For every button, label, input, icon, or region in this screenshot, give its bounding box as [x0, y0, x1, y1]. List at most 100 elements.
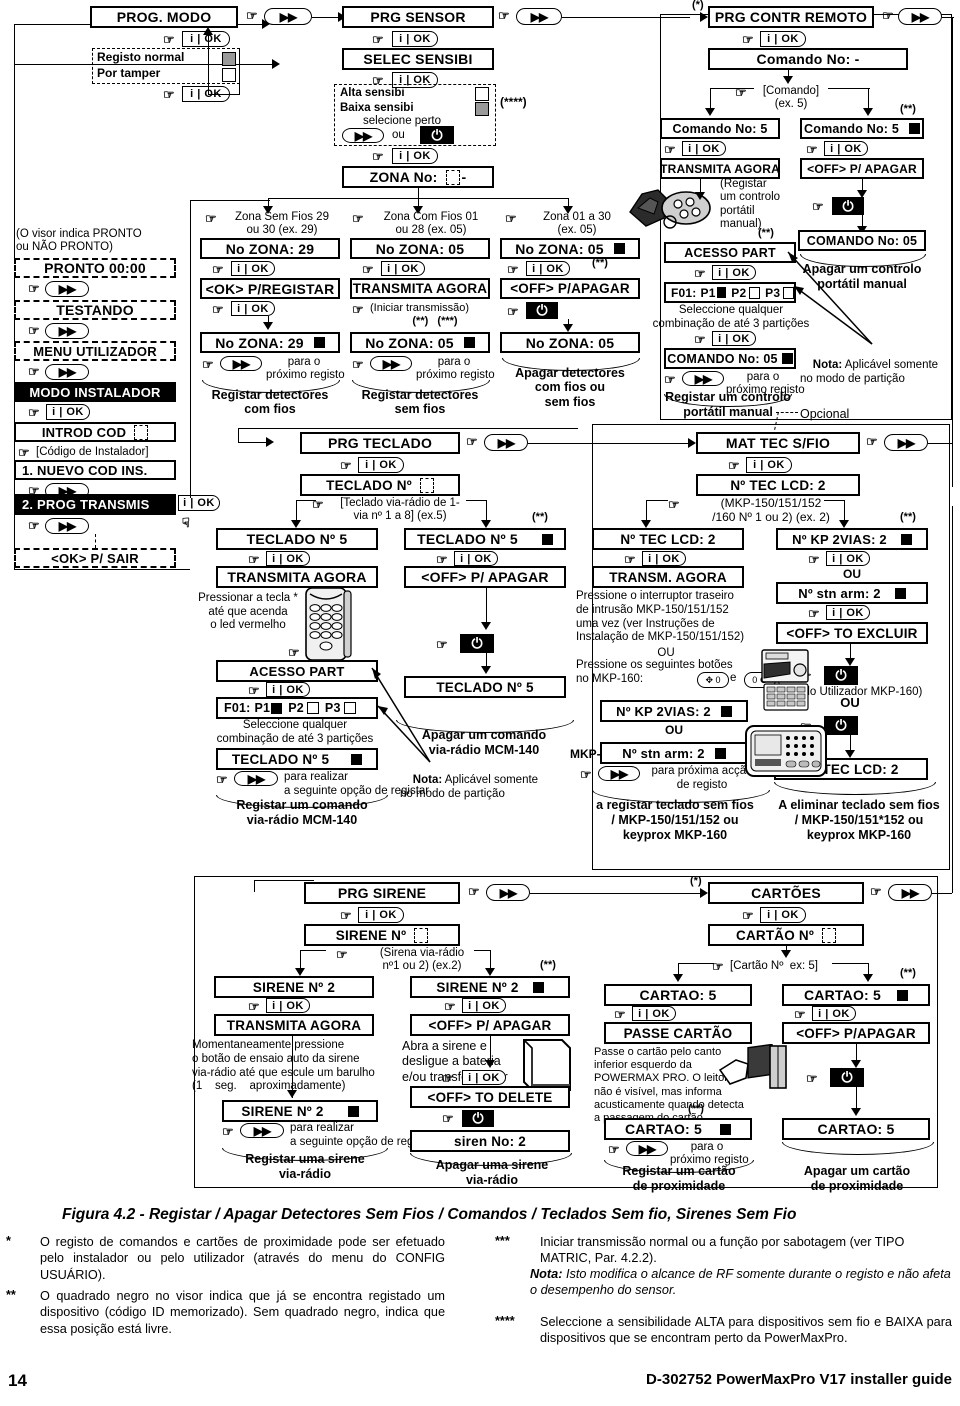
lcd-prog-transmis: 2. PROG TRANSMIS — [14, 494, 176, 515]
key-ok[interactable]: i | OK — [392, 148, 438, 164]
key-off[interactable]: ⏻ — [824, 666, 858, 685]
sensi-option-1-indicator[interactable] — [475, 102, 489, 116]
partition-p2-indicator[interactable] — [749, 286, 761, 299]
key-off[interactable]: ⏻ — [830, 1068, 864, 1087]
registered-square-icon — [714, 747, 726, 759]
key-off[interactable]: ⏻ — [420, 126, 454, 144]
connector — [952, 506, 953, 893]
prog-modo-option-0-indicator[interactable] — [222, 52, 236, 66]
lcd-text: CARTAO: 5 — [625, 1121, 702, 1137]
key-ok[interactable]: i | OK — [682, 141, 726, 156]
key-ok[interactable]: i | OK — [358, 907, 404, 923]
page: PROG. MODO ☞ i | OK ☞ ▶▶ Registo normal … — [0, 0, 960, 1406]
key-next[interactable]: ▶▶ — [888, 884, 932, 901]
hand-pointer-icon: ☞ — [436, 637, 448, 652]
hand-pointer-icon: ☞ — [442, 1111, 454, 1126]
key-next[interactable]: ▶▶ — [45, 323, 89, 339]
key-ok[interactable]: i | OK — [746, 457, 792, 473]
key-next[interactable]: ▶▶ — [45, 518, 89, 534]
key-next[interactable]: ▶▶ — [220, 356, 262, 371]
key-ok[interactable]: i | OK — [454, 551, 498, 566]
lcd-teclado-no: TECLADO Nº — [300, 474, 460, 496]
partition-p3[interactable]: P3 — [325, 701, 341, 715]
key-next[interactable]: ▶▶ — [234, 771, 278, 786]
hand-pointer-icon: ☞ — [808, 606, 820, 621]
partition-p1-indicator[interactable] — [716, 287, 727, 298]
partition-p1[interactable]: P1 — [700, 286, 715, 300]
partition-p1[interactable]: P1 — [255, 701, 271, 715]
contr-remoto-key-hint: [Comando] (ex. 5) — [762, 85, 820, 111]
key-ok[interactable]: i | OK — [462, 998, 506, 1013]
key-next[interactable]: ▶▶ — [45, 364, 89, 380]
hand-pointer-icon: ☞ — [28, 405, 40, 420]
arrow — [203, 27, 213, 35]
key-ok[interactable]: i | OK — [632, 1006, 676, 1021]
key-next[interactable]: ▶▶ — [484, 434, 528, 451]
connector — [296, 500, 316, 501]
key-ok[interactable]: i | OK — [760, 907, 806, 923]
key-ok[interactable]: i | OK — [381, 261, 425, 276]
key-ok[interactable]: i | OK — [812, 1006, 856, 1021]
key-next[interactable]: ▶▶ — [898, 8, 942, 25]
hand-pointer-icon: ☞ — [580, 767, 592, 782]
key-ok[interactable]: i | OK — [266, 998, 310, 1013]
lcd-mat-kp2vias-reg: Nº KP 2VIAS: 2 — [600, 700, 748, 722]
key-ok[interactable]: i | OK — [231, 301, 275, 316]
cartao-register-marker: (**) — [688, 1103, 704, 1115]
key-next[interactable]: ▶▶ — [486, 884, 530, 901]
key-next[interactable]: ▶▶ — [370, 356, 412, 371]
key-ok[interactable]: i | OK — [824, 141, 868, 156]
key-ok[interactable]: i | OK — [266, 551, 310, 566]
key-next[interactable]: ▶▶ — [682, 371, 724, 386]
key-next[interactable]: ▶▶ — [240, 1123, 284, 1138]
key-off[interactable]: ⏻ — [832, 197, 864, 215]
hand-pointer-icon: ☞ — [372, 32, 384, 47]
key-next[interactable]: ▶▶ — [342, 128, 384, 143]
key-ok[interactable]: i | OK — [266, 682, 310, 697]
partition-p1-indicator[interactable] — [271, 702, 283, 714]
lcd-text: ZONA No: — [369, 169, 438, 185]
key-ok[interactable]: i | OK — [760, 31, 806, 47]
key-next[interactable]: ▶▶ — [516, 8, 562, 25]
partition-p3-indicator[interactable] — [343, 702, 356, 714]
key-ok[interactable]: i | OK — [46, 404, 90, 420]
note-arrows — [371, 667, 431, 763]
sensi-option-0-indicator[interactable] — [475, 87, 489, 101]
lcd-prg-contr-remoto: PRG CONTR REMOTO — [708, 6, 874, 28]
key-ok[interactable]: i | OK — [462, 1070, 506, 1085]
partition-p2[interactable]: P2 — [731, 286, 746, 300]
key-next[interactable]: ▶▶ — [45, 281, 89, 297]
key-ok[interactable]: i | OK — [392, 31, 438, 47]
prog-modo-option-1-indicator[interactable] — [222, 68, 236, 82]
key-off[interactable]: ⏻ — [526, 302, 558, 319]
key-ok[interactable]: i | OK — [358, 457, 404, 473]
key-ok[interactable]: i | OK — [178, 495, 220, 511]
key-ok[interactable]: i | OK — [712, 265, 756, 280]
key-ok[interactable]: i | OK — [826, 551, 870, 566]
key-next[interactable]: ▶▶ — [884, 434, 928, 451]
lcd-contr-delete-step1: <OFF> P/ APAGAR — [800, 158, 924, 179]
key-ok[interactable]: i | OK — [826, 605, 870, 620]
key-next[interactable]: ▶▶ — [626, 1141, 668, 1156]
lcd-contr-register-step1: TRANSMITA AGORA — [660, 158, 780, 179]
contr-register-caption: Registar um controlo portátil manual — [665, 390, 791, 419]
lcd-cartao-delete-step0: CARTAO: 5 — [782, 984, 930, 1006]
key-next[interactable]: ▶▶ — [264, 8, 312, 25]
partition-p2[interactable]: P2 — [288, 701, 304, 715]
key-ok[interactable]: i | OK — [526, 261, 570, 276]
key-off[interactable]: ⏻ — [462, 1110, 494, 1127]
key-ok[interactable]: i | OK — [231, 261, 275, 276]
lcd-text: Nº stn arm: 2 — [622, 745, 705, 761]
lcd-text: Nº KP 2VIAS: 2 — [792, 531, 887, 547]
arrow — [485, 968, 495, 976]
key-ok[interactable]: i | OK — [712, 331, 756, 346]
key-off[interactable]: ⏻ — [460, 634, 494, 653]
hand-pointer-icon: ☞ — [466, 434, 478, 449]
lcd-text: SIRENE Nº 2 — [241, 1103, 324, 1119]
lcd-cartao-register-step0: CARTAO: 5 — [604, 984, 752, 1006]
key-off[interactable]: ⏻ — [824, 716, 858, 735]
key-ok[interactable]: i | OK — [642, 551, 686, 566]
key-next[interactable]: ▶▶ — [598, 766, 640, 781]
partition-p2-indicator[interactable] — [306, 702, 319, 714]
registered-square-icon — [900, 533, 912, 545]
